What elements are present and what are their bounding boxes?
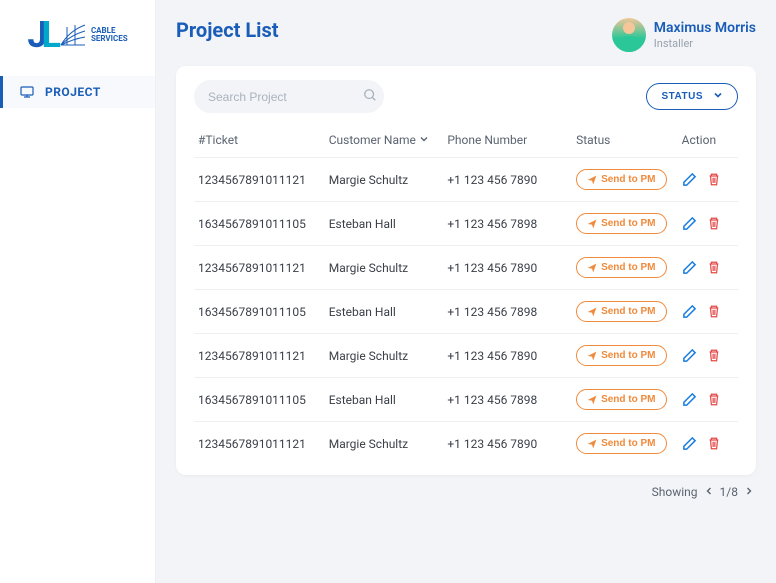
cell-action [678, 202, 738, 246]
pager-page: 1/8 [720, 485, 738, 499]
delete-icon[interactable] [707, 260, 721, 275]
delete-icon[interactable] [707, 392, 721, 407]
user-name: Maximus Morris [654, 20, 756, 37]
toolbar: STATUS [194, 80, 738, 113]
col-header-customer[interactable]: Customer Name [325, 125, 444, 158]
cell-phone: +1 123 456 7898 [443, 202, 572, 246]
cell-status: Send to PM [572, 246, 678, 290]
delete-icon[interactable] [707, 436, 721, 451]
cell-ticket: 1234567891011121 [194, 246, 325, 290]
cell-phone: +1 123 456 7898 [443, 290, 572, 334]
status-filter-button[interactable]: STATUS [646, 83, 738, 110]
table-row: 1234567891011121 Margie Schultz +1 123 4… [194, 422, 738, 466]
header: Project List Maximus Morris Installer [176, 18, 756, 52]
delete-icon[interactable] [707, 216, 721, 231]
cell-status: Send to PM [572, 202, 678, 246]
cell-phone: +1 123 456 7890 [443, 246, 572, 290]
cell-status: Send to PM [572, 334, 678, 378]
cell-status: Send to PM [572, 158, 678, 202]
cell-customer: Esteban Hall [325, 202, 444, 246]
project-card: STATUS #Ticket Customer Name Phone Numbe… [176, 66, 756, 475]
cell-phone: +1 123 456 7898 [443, 378, 572, 422]
pager-next[interactable] [742, 485, 756, 499]
cell-customer: Margie Schultz [325, 158, 444, 202]
edit-icon[interactable] [682, 392, 697, 407]
edit-icon[interactable] [682, 304, 697, 319]
send-to-pm-button[interactable]: Send to PM [576, 433, 666, 454]
table-row: 1234567891011121 Margie Schultz +1 123 4… [194, 246, 738, 290]
cell-action [678, 246, 738, 290]
send-to-pm-button[interactable]: Send to PM [576, 301, 666, 322]
edit-icon[interactable] [682, 260, 697, 275]
col-header-action: Action [678, 125, 738, 158]
edit-icon[interactable] [682, 216, 697, 231]
search-input[interactable] [208, 90, 363, 104]
send-to-pm-button[interactable]: Send to PM [576, 213, 666, 234]
pager-prev[interactable] [702, 485, 716, 499]
cell-ticket: 1634567891011105 [194, 290, 325, 334]
cell-status: Send to PM [572, 422, 678, 466]
cell-customer: Margie Schultz [325, 334, 444, 378]
delete-icon[interactable] [707, 172, 721, 187]
edit-icon[interactable] [682, 348, 697, 363]
avatar [612, 18, 646, 52]
delete-icon[interactable] [707, 348, 721, 363]
project-icon [19, 84, 35, 100]
cell-customer: Esteban Hall [325, 378, 444, 422]
table-row: 1634567891011105 Esteban Hall +1 123 456… [194, 202, 738, 246]
edit-icon[interactable] [682, 436, 697, 451]
cell-ticket: 1634567891011105 [194, 378, 325, 422]
send-to-pm-button[interactable]: Send to PM [576, 389, 666, 410]
main: Project List Maximus Morris Installer ST… [156, 0, 776, 583]
cell-status: Send to PM [572, 290, 678, 334]
chevron-down-icon [419, 133, 429, 147]
cell-customer: Margie Schultz [325, 246, 444, 290]
sidebar-item-label: PROJECT [45, 85, 101, 99]
sidebar-item-project[interactable]: PROJECT [0, 76, 155, 108]
send-to-pm-button[interactable]: Send to PM [576, 169, 666, 190]
logo-text: CABLE SERVICES [91, 27, 128, 43]
table-row: 1634567891011105 Esteban Hall +1 123 456… [194, 378, 738, 422]
cell-action [678, 378, 738, 422]
send-to-pm-button[interactable]: Send to PM [576, 257, 666, 278]
logo: J L CABLE SERVICES [0, 14, 155, 56]
edit-icon[interactable] [682, 172, 697, 187]
cell-phone: +1 123 456 7890 [443, 422, 572, 466]
cell-action [678, 334, 738, 378]
send-to-pm-button[interactable]: Send to PM [576, 345, 666, 366]
col-header-status: Status [572, 125, 678, 158]
chevron-down-icon [713, 90, 723, 103]
table-row: 1634567891011105 Esteban Hall +1 123 456… [194, 290, 738, 334]
cell-ticket: 1234567891011121 [194, 422, 325, 466]
user-role: Installer [654, 37, 756, 50]
status-filter-label: STATUS [661, 91, 703, 102]
pager-showing-label: Showing [652, 485, 698, 499]
page-title: Project List [176, 18, 279, 42]
cell-ticket: 1234567891011121 [194, 334, 325, 378]
table-row: 1234567891011121 Margie Schultz +1 123 4… [194, 158, 738, 202]
cell-phone: +1 123 456 7890 [443, 158, 572, 202]
cell-ticket: 1234567891011121 [194, 158, 325, 202]
table-row: 1234567891011121 Margie Schultz +1 123 4… [194, 334, 738, 378]
logo-fan-icon [59, 21, 87, 49]
cell-status: Send to PM [572, 378, 678, 422]
search-box [194, 80, 384, 113]
user-profile[interactable]: Maximus Morris Installer [612, 18, 756, 52]
col-header-phone: Phone Number [443, 125, 572, 158]
cell-customer: Margie Schultz [325, 422, 444, 466]
pager: Showing 1/8 [176, 485, 756, 499]
delete-icon[interactable] [707, 304, 721, 319]
sidebar: J L CABLE SERVICES PROJECT [0, 0, 156, 583]
cell-action [678, 290, 738, 334]
col-header-ticket: #Ticket [194, 125, 325, 158]
search-icon [363, 87, 377, 106]
cell-action [678, 422, 738, 466]
project-table: #Ticket Customer Name Phone Number Statu… [194, 125, 738, 465]
cell-customer: Esteban Hall [325, 290, 444, 334]
cell-action [678, 158, 738, 202]
cell-phone: +1 123 456 7890 [443, 334, 572, 378]
cell-ticket: 1634567891011105 [194, 202, 325, 246]
